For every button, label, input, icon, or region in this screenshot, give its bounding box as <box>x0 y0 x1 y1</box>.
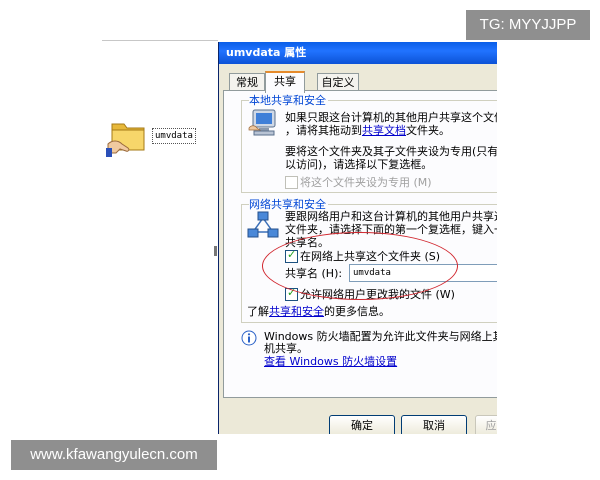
tab-general[interactable]: 常规 <box>229 73 265 91</box>
local-text-part: 文件夹。 <box>406 124 450 137</box>
more-info-line: 了解共享和安全的更多信息。 <box>247 305 390 318</box>
sharing-security-link[interactable]: 共享和安全 <box>269 305 324 318</box>
folder-share-icon[interactable] <box>106 118 150 158</box>
divider <box>241 192 497 193</box>
ok-button[interactable]: 确定 <box>329 415 395 434</box>
divider <box>241 100 242 192</box>
more-info-text: 了解 <box>247 305 269 318</box>
divider <box>241 204 242 322</box>
info-icon <box>241 330 257 346</box>
tab-sharing[interactable]: 共享 <box>265 71 305 93</box>
firewall-settings-link[interactable]: 查看 Windows 防火墙设置 <box>264 355 397 368</box>
local-text-line4: 以访问)，请选择以下复选框。 <box>285 158 433 171</box>
hotkey: (M) <box>413 176 432 189</box>
folder-name-label[interactable]: umvdata <box>152 128 196 144</box>
computer-icon <box>247 108 279 138</box>
title-bar[interactable]: umvdata 属性 <box>219 42 497 64</box>
local-text-line1: 如果只跟这台计算机的其他用户共享这个文件 <box>285 111 497 124</box>
local-text-line2: ，请将其拖动到共享文档文件夹。 <box>285 124 450 137</box>
divider <box>214 246 217 256</box>
more-info-text: 的更多信息。 <box>324 305 390 318</box>
local-sharing-title: 本地共享和安全 <box>249 94 328 107</box>
watermark-top-right: TG: MYYJJPP <box>466 10 590 40</box>
network-text-line1: 要跟网络用户和这台计算机的其他用户共享这 <box>285 210 497 223</box>
local-text-part: ，请将其拖动到 <box>285 124 362 137</box>
dialog-title: umvdata 属性 <box>226 46 307 59</box>
local-text-line3: 要将这个文件夹及其子文件夹设为专用(只有您 <box>285 145 497 158</box>
shared-documents-link[interactable]: 共享文档 <box>362 124 406 137</box>
network-icon <box>247 210 279 240</box>
hotkey: (W) <box>435 288 455 301</box>
divider <box>241 322 497 323</box>
highlight-ellipse <box>262 232 458 300</box>
make-private-text: 将这个文件夹设为专用 <box>300 176 410 189</box>
cancel-button[interactable]: 取消 <box>401 415 467 434</box>
firewall-text-line2: 机共享。 <box>264 342 308 355</box>
divider <box>102 40 218 41</box>
apply-button[interactable]: 应 <box>475 415 497 434</box>
make-private-checkbox[interactable] <box>285 176 298 189</box>
make-private-label: 将这个文件夹设为专用 (M) <box>300 176 432 189</box>
watermark-bottom-left: www.kfawangyulecn.com <box>11 440 217 470</box>
tab-customize[interactable]: 自定义 <box>317 73 359 91</box>
